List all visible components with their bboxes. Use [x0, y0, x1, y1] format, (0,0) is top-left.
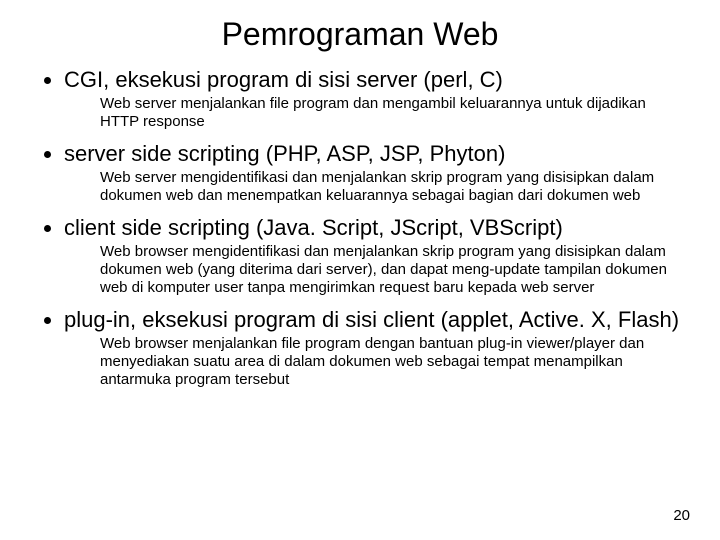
list-item-heading: client side scripting (Java. Script, JSc… [64, 215, 563, 240]
list-item: plug-in, eksekusi program di sisi client… [64, 307, 690, 333]
page-number: 20 [673, 507, 690, 524]
bullet-list: server side scripting (PHP, ASP, JSP, Ph… [30, 141, 690, 167]
slide: Pemrograman Web CGI, eksekusi program di… [0, 0, 720, 540]
bullet-list: CGI, eksekusi program di sisi server (pe… [30, 67, 690, 93]
list-item-desc: Web browser menjalankan file program den… [100, 335, 670, 389]
list-item-desc: Web server mengidentifikasi dan menjalan… [100, 169, 670, 205]
list-item: CGI, eksekusi program di sisi server (pe… [64, 67, 690, 93]
list-item: client side scripting (Java. Script, JSc… [64, 215, 690, 241]
bullet-list: plug-in, eksekusi program di sisi client… [30, 307, 690, 333]
list-item-heading: CGI, eksekusi program di sisi server (pe… [64, 67, 503, 92]
list-item-heading: plug-in, eksekusi program di sisi client… [64, 307, 679, 332]
list-item-desc: Web browser mengidentifikasi dan menjala… [100, 243, 670, 297]
bullet-list: client side scripting (Java. Script, JSc… [30, 215, 690, 241]
list-item: server side scripting (PHP, ASP, JSP, Ph… [64, 141, 690, 167]
list-item-heading: server side scripting (PHP, ASP, JSP, Ph… [64, 141, 505, 166]
list-item-desc: Web server menjalankan file program dan … [100, 95, 670, 131]
slide-title: Pemrograman Web [30, 16, 690, 53]
